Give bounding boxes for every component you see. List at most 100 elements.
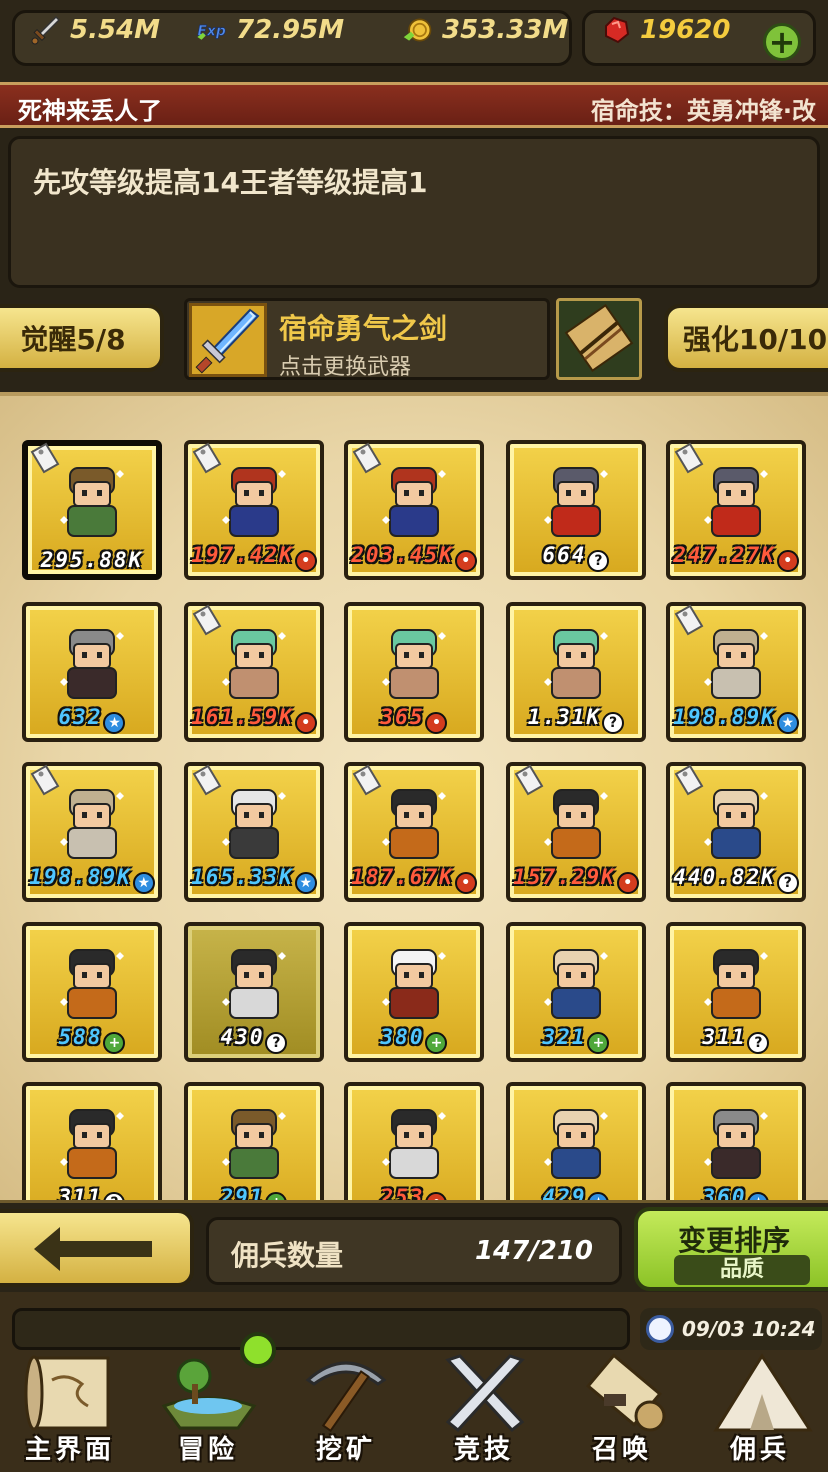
- level-text: 440.82K: [673, 865, 776, 889]
- message-bar[interactable]: [12, 1308, 630, 1350]
- nav-mercenary-label: 佣兵: [729, 1435, 790, 1465]
- gem-value: 19620: [640, 15, 731, 45]
- scroll-icon: [564, 304, 634, 372]
- mercenary-card[interactable]: 321 +: [506, 922, 646, 1062]
- mercenary-card[interactable]: 664?: [506, 440, 646, 580]
- class-badge-icon: ?: [776, 872, 799, 894]
- rune-scroll-button[interactable]: [556, 298, 642, 380]
- mercenary-card[interactable]: 253•: [344, 1082, 484, 1200]
- mercenary-card[interactable]: 1.31K?: [506, 602, 646, 742]
- mercenary-card[interactable]: 295.88K: [22, 440, 162, 580]
- nav-main-label: 主界面: [24, 1435, 115, 1465]
- nav-main[interactable]: 主界面: [2, 1348, 138, 1472]
- white-hair-elder-icon: [222, 467, 286, 537]
- mercenary-card[interactable]: 197.42K •: [184, 440, 324, 580]
- mercenary-card[interactable]: 365 •: [344, 602, 484, 742]
- mercenary-card[interactable]: 632 ★: [22, 602, 162, 742]
- crossed-swords-icon: [445, 1354, 525, 1433]
- level-text: 429: [542, 1185, 587, 1200]
- level-text: 187.67K: [351, 865, 454, 889]
- gold-value: 353.33M: [442, 15, 569, 45]
- sort-mode: 品质: [674, 1255, 810, 1285]
- skill-description-panel: 先攻等级提高14王者等级提高1: [8, 136, 820, 288]
- clock-icon: [646, 1315, 674, 1343]
- enhance-label: 强化10/10: [682, 323, 828, 356]
- mercenary-level: 198.89K ★: [22, 865, 162, 894]
- class-badge-icon: +: [103, 1032, 126, 1054]
- mercenary-card[interactable]: 429★: [506, 1082, 646, 1200]
- level-text: 291: [220, 1185, 265, 1200]
- exp-value: 72.95M: [236, 15, 345, 45]
- class-badge-icon: ★: [132, 872, 155, 894]
- mercenary-card[interactable]: 430?: [184, 922, 324, 1062]
- mercenary-card[interactable]: 198.89K ★: [22, 762, 162, 902]
- nav-mercenary[interactable]: 佣兵: [692, 1348, 828, 1472]
- mercenary-card[interactable]: 440.82K?: [666, 762, 806, 902]
- mercenary-level: 311?: [666, 1025, 806, 1054]
- nav-summon[interactable]: 召唤: [554, 1348, 690, 1472]
- level-text: 365: [380, 705, 425, 729]
- silver-knight-icon: [544, 1109, 608, 1179]
- change-sort-button[interactable]: 变更排序 品质: [634, 1207, 828, 1291]
- back-button[interactable]: [0, 1209, 194, 1287]
- weapon-name: 宿命勇气之剑: [279, 312, 448, 345]
- pickaxe-icon: [305, 1361, 387, 1433]
- mercenary-level: 198.89K ★: [666, 705, 806, 734]
- tent-icon: [713, 1353, 813, 1432]
- mercenary-card[interactable]: 588 +: [22, 922, 162, 1062]
- destiny-skill: 宿命技：英勇冲锋·改: [590, 97, 816, 125]
- black-hair-girl-icon: [60, 949, 124, 1019]
- orange-hair-knight-icon: [60, 467, 124, 537]
- mercenary-level: 157.29K •: [506, 865, 646, 894]
- mercenary-level: 321 +: [506, 1025, 646, 1054]
- mercenary-card[interactable]: 165.33K ★: [184, 762, 324, 902]
- level-text: 203.45K: [351, 543, 454, 567]
- green-ranger-icon: [382, 629, 446, 699]
- add-gems-button[interactable]: +: [763, 23, 801, 61]
- mercenary-level: 203.45K •: [344, 543, 484, 572]
- mercenary-level: 632 ★: [22, 705, 162, 734]
- bald-priest-icon: [222, 789, 286, 859]
- weapon-change-panel[interactable]: 宿命勇气之剑 点击更换武器: [184, 298, 550, 380]
- mercenary-card[interactable]: 380 +: [344, 922, 484, 1062]
- level-text: 165.33K: [191, 865, 294, 889]
- level-text: 198.89K: [673, 705, 776, 729]
- attack-value: 5.54M: [70, 15, 161, 45]
- level-text: 311: [58, 1185, 103, 1200]
- character-name: 死神来丢人了: [18, 97, 162, 125]
- clock-time: 09/03 10:24: [682, 1317, 816, 1341]
- back-arrow-icon: [34, 1227, 152, 1271]
- nav-arena[interactable]: 竞技: [416, 1348, 552, 1472]
- mercenary-level: 440.82K?: [666, 865, 806, 894]
- bearded-king-icon: [544, 629, 608, 699]
- mercenary-card[interactable]: 203.45K •: [344, 440, 484, 580]
- class-badge-icon: •: [425, 1192, 448, 1200]
- awaken-button[interactable]: 觉醒5/8: [0, 304, 164, 372]
- nav-mining[interactable]: 挖矿: [278, 1348, 414, 1472]
- class-badge-icon: +: [425, 1032, 448, 1054]
- map-scroll-icon: [24, 1355, 110, 1431]
- mercenary-card[interactable]: 291+: [184, 1082, 324, 1200]
- class-badge-icon: •: [616, 872, 639, 894]
- mercenary-card[interactable]: 161.59K •: [184, 602, 324, 742]
- mercenary-card[interactable]: 247.27K •: [666, 440, 806, 580]
- mercenary-grid: 295.88K 197.42K • 203.45K • 664? 247.27K • 632 ★ 1…: [0, 392, 828, 1200]
- nav-mining-label: 挖矿: [315, 1435, 376, 1465]
- mercenary-card[interactable]: 157.29K •: [506, 762, 646, 902]
- enhance-button[interactable]: 强化10/10: [664, 304, 828, 372]
- white-hair-elder-icon: [382, 467, 446, 537]
- mercenary-level: 430?: [184, 1025, 324, 1054]
- class-badge-icon: ★: [747, 1192, 770, 1200]
- gem-resource: 19620: [600, 14, 730, 46]
- class-badge-icon: ?: [265, 1032, 288, 1054]
- clock-box: 09/03 10:24: [640, 1308, 822, 1350]
- red-hair-girl-icon: [382, 949, 446, 1019]
- mercenary-card[interactable]: 360★: [666, 1082, 806, 1200]
- character-name-bar: 死神来丢人了 宿命技：英勇冲锋·改: [0, 82, 828, 128]
- mercenary-card[interactable]: 311?: [666, 922, 806, 1062]
- mercenary-card[interactable]: 311?: [22, 1082, 162, 1200]
- class-badge-icon: •: [425, 712, 448, 734]
- mercenary-card[interactable]: 187.67K •: [344, 762, 484, 902]
- red-gem-icon: [600, 14, 632, 46]
- mercenary-card[interactable]: 198.89K ★: [666, 602, 806, 742]
